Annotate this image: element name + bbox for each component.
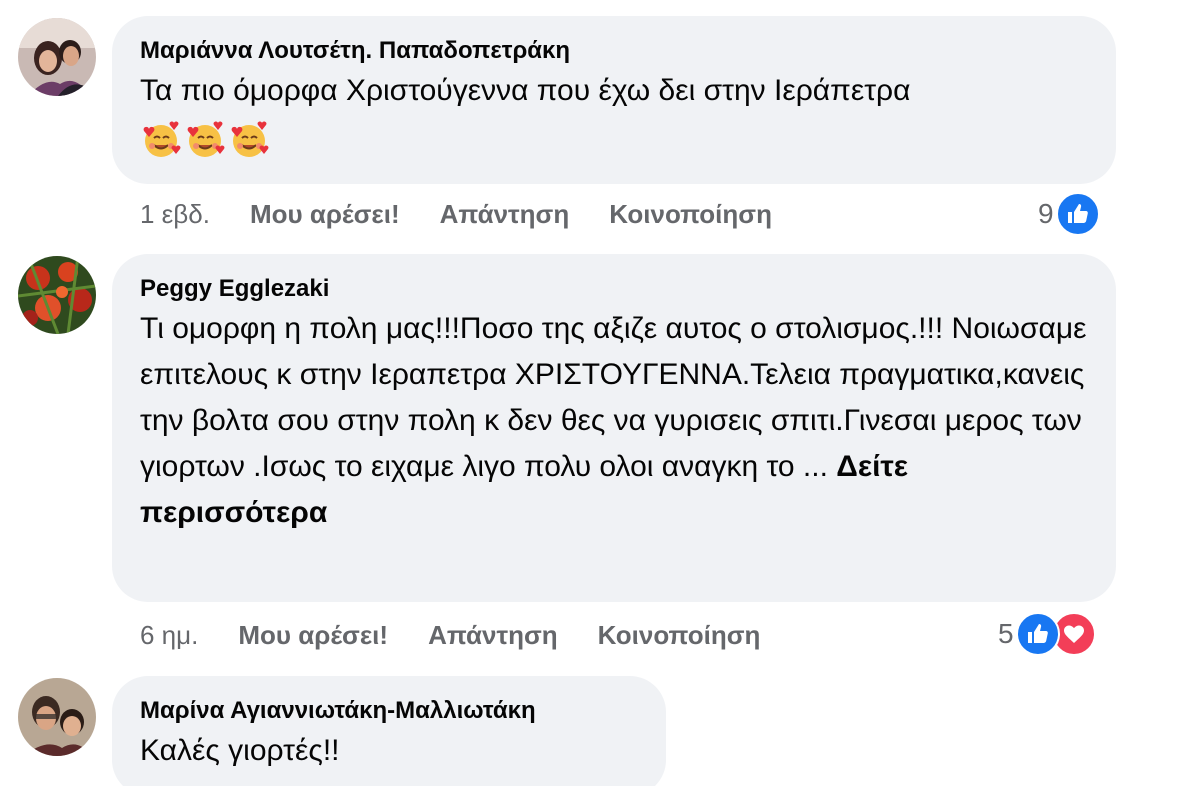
comment-timestamp[interactable]: 6 ημ.	[140, 620, 198, 651]
reaction-summary[interactable]: 9	[1038, 191, 1100, 237]
comment-bubble: Μαριάννα Λουτσέτη. Παπαδοπετράκη Τα πιο …	[112, 16, 1116, 184]
reaction-count: 5	[998, 618, 1014, 649]
comment-author[interactable]: Peggy Egglezaki	[140, 274, 1088, 304]
smiling-face-with-hearts-icon	[231, 121, 269, 157]
smiling-face-with-hearts-icon	[187, 121, 225, 157]
avatar[interactable]	[18, 18, 96, 96]
comment-author[interactable]: Μαριάννα Λουτσέτη. Παπαδοπετράκη	[140, 36, 1088, 66]
comment-text: Καλές γιορτές!!	[140, 734, 340, 767]
share-button[interactable]: Κοινοποίηση	[609, 199, 772, 230]
comment-bubble: Peggy Egglezaki Τι ομορφη η πολη μας!!!Π…	[112, 254, 1116, 602]
comments-feed: Μαριάννα Λουτσέτη. Παπαδοπετράκη Τα πιο …	[0, 0, 1200, 786]
comment-bubble: Μαρίνα Αγιαννιωτάκη-Μαλλιωτάκη Καλές γιο…	[112, 676, 666, 786]
share-button[interactable]: Κοινοποίηση	[598, 620, 761, 651]
reply-button[interactable]: Απάντηση	[440, 199, 570, 230]
reply-button[interactable]: Απάντηση	[428, 620, 558, 651]
like-button[interactable]: Μου αρέσει!	[250, 199, 400, 230]
comment-body: Τι ομορφη η πολη μας!!!Ποσο της αξιζε αυ…	[140, 312, 1087, 483]
comment-actions: 1 εβδ. Μου αρέσει! Απάντηση Κοινοποίηση	[140, 194, 812, 234]
reaction-summary[interactable]: 5	[998, 611, 1096, 657]
like-icon	[1015, 612, 1060, 656]
smiling-face-with-hearts-icon	[143, 121, 181, 157]
comment-text: Τα πιο όμορφα Χριστούγεννα που έχω δει σ…	[140, 74, 911, 107]
avatar[interactable]	[18, 678, 96, 756]
comment-timestamp[interactable]: 1 εβδ.	[140, 199, 210, 230]
like-button[interactable]: Μου αρέσει!	[238, 620, 388, 651]
comment-actions: 6 ημ. Μου αρέσει! Απάντηση Κοινοποίηση	[140, 615, 800, 655]
like-icon	[1055, 192, 1100, 236]
reaction-count: 9	[1038, 198, 1054, 229]
comment-text: Τι ομορφη η πολη μας!!!Ποσο της αξιζε αυ…	[140, 306, 1088, 536]
comment-author[interactable]: Μαρίνα Αγιαννιωτάκη-Μαλλιωτάκη	[140, 696, 638, 726]
avatar[interactable]	[18, 256, 96, 334]
emoji-row	[140, 118, 1088, 162]
